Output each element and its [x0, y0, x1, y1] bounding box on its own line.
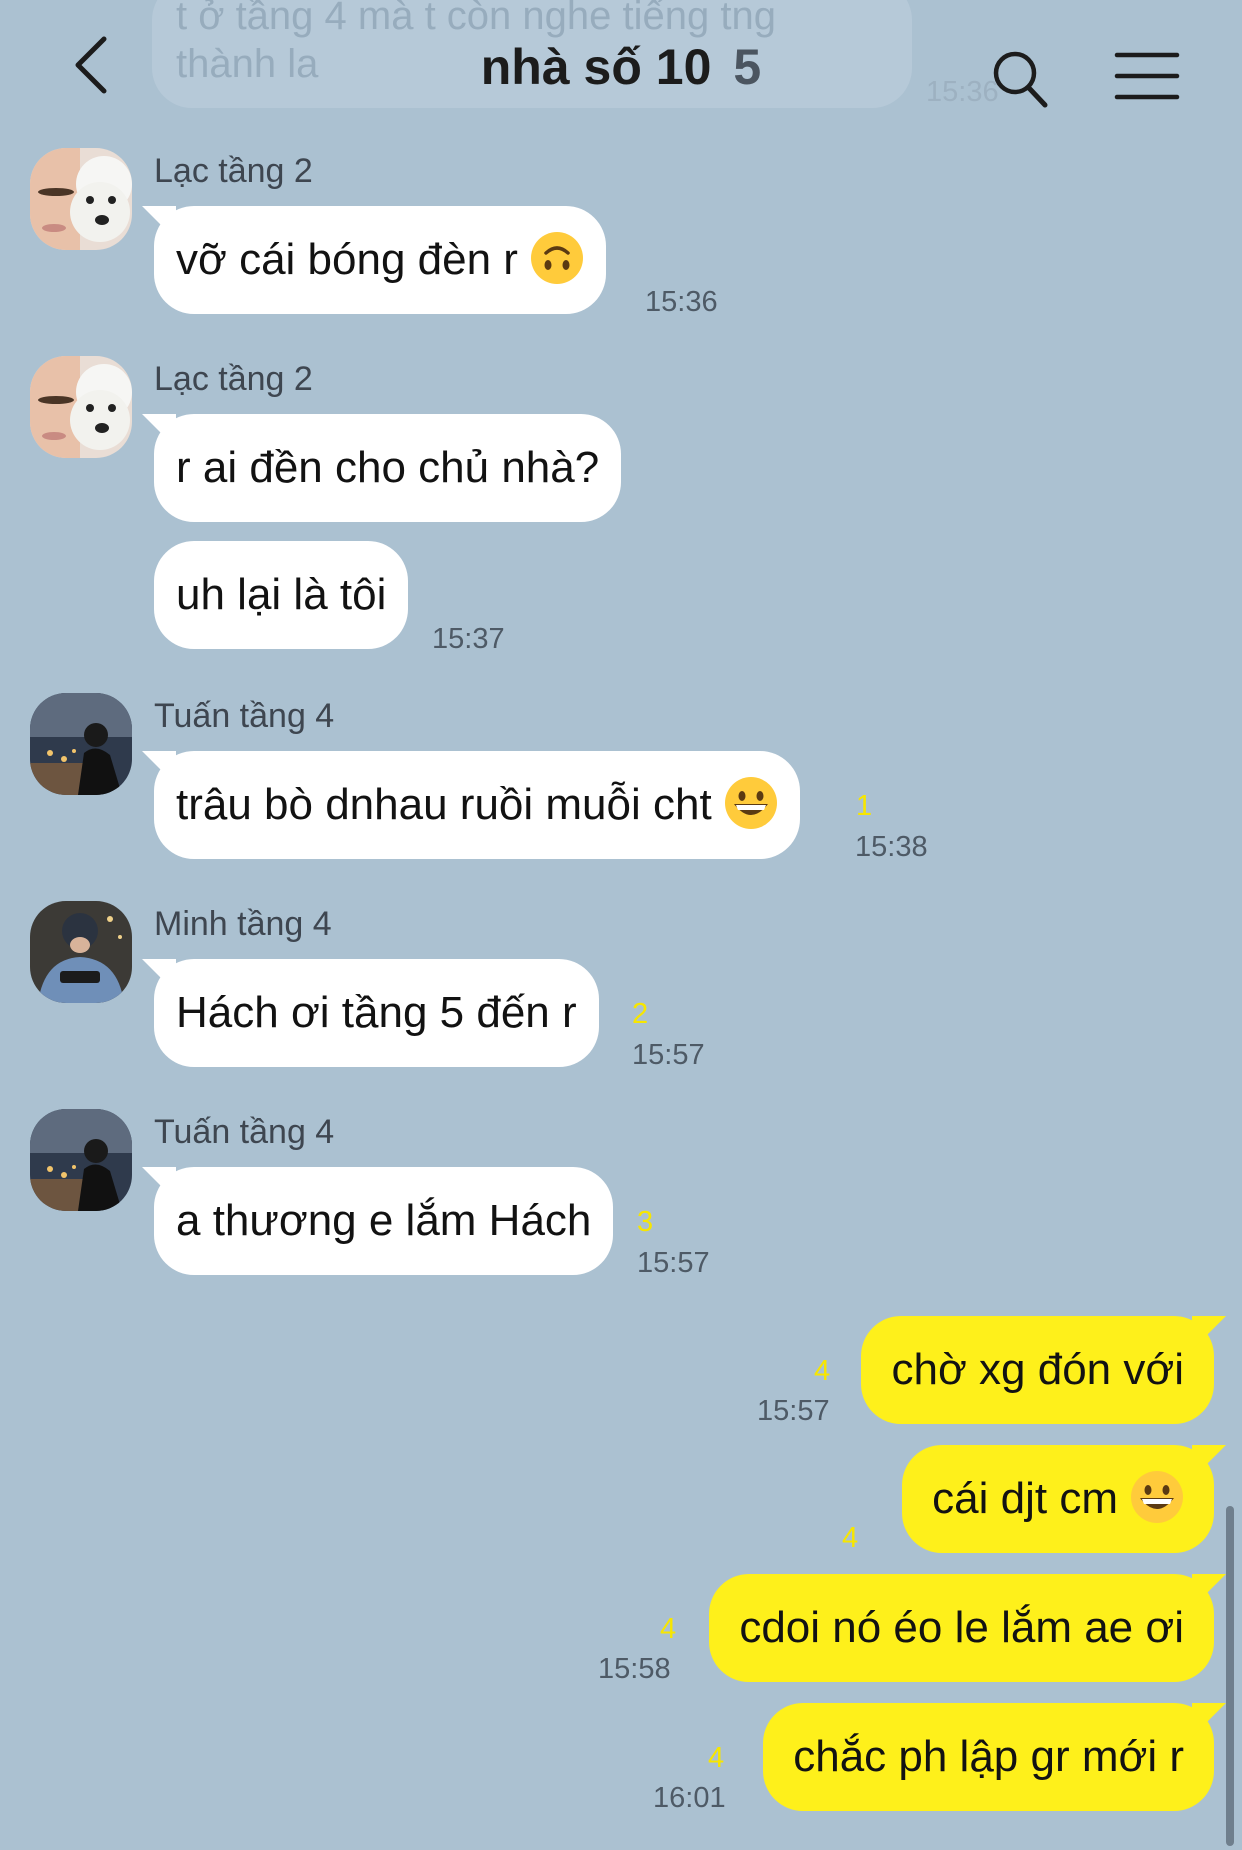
message-text: cái djt cm [932, 1474, 1118, 1523]
avatar-tuan[interactable] [30, 693, 132, 795]
sender-name: Tuấn tầng 4 [154, 697, 335, 735]
message-time: 15:38 [855, 831, 928, 863]
message-text: trâu bò dnhau ruồi muỗi cht [176, 780, 712, 829]
avatar-minh[interactable] [30, 901, 132, 1003]
avatar-lac[interactable] [30, 148, 132, 250]
unread-count: 2 [632, 998, 649, 1030]
chat-title-area: nhà số 10 5 [0, 38, 1242, 96]
message-time: 15:37 [432, 623, 505, 655]
message-time: 15:36 [645, 286, 718, 318]
outgoing-message-bubble[interactable]: chờ xg đón với [861, 1316, 1214, 1424]
sender-name: Lạc tầng 2 [154, 152, 313, 190]
message-time: 15:57 [632, 1039, 705, 1071]
chat-screen: t ở tầng 4 mà t còn nghe tiếng tng thành… [0, 0, 1242, 1850]
message-time: 15:58 [598, 1653, 671, 1685]
message-text: vỡ cái bóng đèn r [176, 235, 518, 284]
unread-count: 3 [637, 1206, 654, 1238]
avatar-lac[interactable] [30, 356, 132, 458]
unread-count: 4 [660, 1613, 677, 1645]
outgoing-message-bubble[interactable]: chắc ph lập gr mới r [763, 1703, 1214, 1811]
sender-name: Minh tầng 4 [154, 905, 332, 943]
message-time: 15:57 [637, 1247, 710, 1279]
message-text: a thương e lắm Hách [176, 1196, 592, 1245]
message-bubble[interactable]: r ai đền cho chủ nhà? [154, 414, 622, 522]
outgoing-message-bubble[interactable]: cdoi nó éo le lắm ae ơi [709, 1574, 1214, 1682]
scrollbar[interactable] [1226, 1506, 1234, 1846]
upside-down-face-emoji-icon [529, 231, 584, 286]
message-text: Hách ơi tầng 5 đến r [176, 988, 577, 1037]
chat-header: nhà số 10 5 [0, 0, 1242, 140]
chat-title: nhà số 10 [480, 39, 712, 95]
message-bubble[interactable]: Hách ơi tầng 5 đến r [154, 959, 599, 1067]
message-text: uh lại là tôi [176, 570, 387, 619]
message-text: r ai đền cho chủ nhà? [176, 443, 600, 492]
unread-count: 4 [842, 1522, 859, 1554]
hamburger-menu-icon [1114, 52, 1180, 100]
avatar-tuan[interactable] [30, 1109, 132, 1211]
message-bubble[interactable]: uh lại là tôi [154, 541, 409, 649]
menu-button[interactable] [1114, 50, 1180, 102]
unread-count: 4 [814, 1355, 831, 1387]
message-bubble[interactable]: vỡ cái bóng đèn r [154, 206, 606, 314]
unread-count: 4 [708, 1742, 725, 1774]
unread-count: 1 [856, 790, 873, 822]
message-text: cdoi nó éo le lắm ae ơi [739, 1603, 1184, 1652]
message-time: 15:57 [757, 1395, 830, 1427]
message-time: 16:01 [653, 1782, 726, 1814]
sender-name: Lạc tầng 2 [154, 360, 313, 398]
search-button[interactable] [990, 48, 1050, 110]
sender-name: Tuấn tầng 4 [154, 1113, 335, 1151]
outgoing-message-bubble[interactable]: cái djt cm [902, 1445, 1214, 1553]
message-text: chờ xg đón với [891, 1345, 1184, 1394]
message-bubble[interactable]: a thương e lắm Hách [154, 1167, 614, 1275]
search-icon [993, 51, 1048, 108]
message-bubble[interactable]: trâu bò dnhau ruồi muỗi cht [154, 751, 800, 859]
member-count: 5 [733, 39, 762, 95]
grinning-face-emoji-icon [1131, 1471, 1183, 1524]
grinning-face-emoji-icon [724, 777, 777, 830]
message-text: chắc ph lập gr mới r [793, 1732, 1184, 1781]
